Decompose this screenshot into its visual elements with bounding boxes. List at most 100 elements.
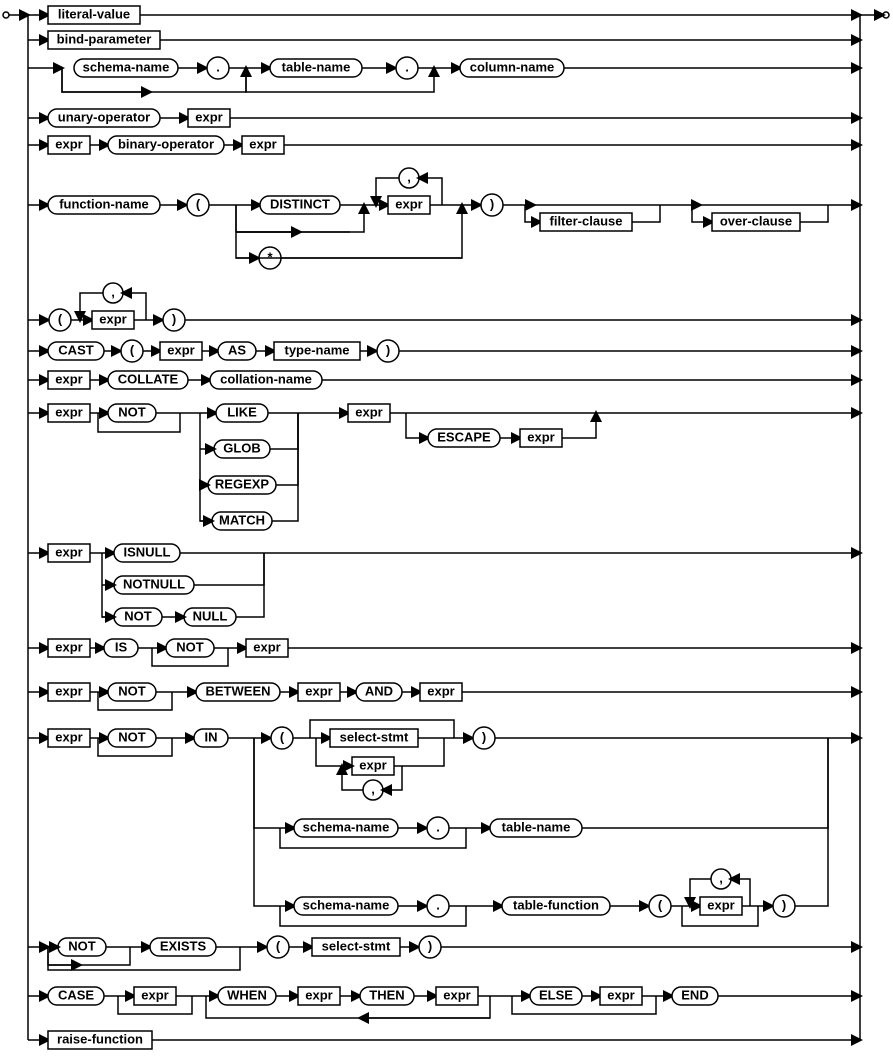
cast-expr: CAST ( expr AS type-name ) — [28, 340, 860, 362]
svg-text:): ) — [490, 196, 494, 211]
svg-text:expr: expr — [443, 987, 470, 1002]
svg-text:CAST: CAST — [58, 342, 93, 357]
svg-text:NOT: NOT — [68, 938, 96, 953]
svg-text:(: ( — [130, 342, 135, 357]
svg-text:REGEXP: REGEXP — [215, 476, 270, 491]
svg-text:CASE: CASE — [58, 987, 94, 1002]
svg-text:): ) — [386, 342, 390, 357]
svg-text:IS: IS — [115, 639, 128, 654]
svg-text:collation-name: collation-name — [220, 371, 312, 386]
svg-text:END: END — [681, 987, 708, 1002]
svg-text:IN: IN — [205, 729, 218, 744]
svg-text:ISNULL: ISNULL — [124, 544, 171, 559]
svg-text:expr: expr — [55, 544, 82, 559]
svg-text:column-name: column-name — [470, 59, 555, 74]
svg-text:expr: expr — [55, 404, 82, 419]
svg-text:GLOB: GLOB — [223, 440, 261, 455]
svg-text:expr: expr — [305, 683, 332, 698]
like-expr: expr NOT LIKE GLOB REGEXP MATCH expr ESC… — [28, 404, 860, 530]
svg-text:filter-clause: filter-clause — [550, 213, 623, 228]
function-call: function-name ( DISTINCT expr ) , * filt… — [28, 168, 860, 269]
svg-text:expr: expr — [527, 429, 554, 444]
svg-text:.: . — [216, 59, 220, 74]
in-expr: expr NOT IN ( select-stmt expr , ) schem… — [28, 720, 860, 926]
svg-text:expr: expr — [55, 729, 82, 744]
svg-text:NULL: NULL — [193, 608, 228, 623]
svg-text:,: , — [407, 169, 411, 184]
svg-text:THEN: THEN — [369, 987, 404, 1002]
raise-function-ref: raise-function — [57, 1031, 143, 1046]
svg-text:,: , — [719, 870, 723, 885]
svg-text:expr: expr — [55, 136, 82, 151]
svg-text:expr: expr — [305, 987, 332, 1002]
svg-text:(: ( — [196, 196, 201, 211]
svg-text:MATCH: MATCH — [219, 512, 265, 527]
case-expr: CASE expr WHEN expr THEN expr ELSE expr … — [28, 987, 860, 1018]
svg-text:EXISTS: EXISTS — [160, 938, 207, 953]
unary-operator: unary-operator — [58, 109, 150, 124]
svg-text:BETWEEN: BETWEEN — [206, 683, 271, 698]
svg-text:(: ( — [276, 938, 281, 953]
svg-text:expr: expr — [355, 404, 382, 419]
svg-text:expr: expr — [359, 757, 386, 772]
svg-text:LIKE: LIKE — [227, 404, 257, 419]
svg-text:type-name: type-name — [284, 342, 349, 357]
svg-text:NOT: NOT — [118, 404, 146, 419]
svg-text:expr: expr — [141, 987, 168, 1002]
svg-text:schema-name: schema-name — [303, 819, 390, 834]
svg-text:expr: expr — [195, 109, 222, 124]
binary-operator: binary-operator — [118, 136, 214, 151]
null-check: expr ISNULL NOTNULL NOT NULL — [28, 544, 860, 626]
svg-text:select-stmt: select-stmt — [340, 729, 409, 744]
svg-text:ESCAPE: ESCAPE — [437, 429, 491, 444]
svg-text:): ) — [172, 311, 176, 326]
svg-text:(: ( — [658, 897, 663, 912]
svg-text:NOT: NOT — [118, 683, 146, 698]
svg-text:expr: expr — [99, 311, 126, 326]
svg-text:expr: expr — [249, 136, 276, 151]
column-ref-path: schema-name . table-name . column-name — [28, 57, 860, 92]
svg-text:expr: expr — [395, 196, 422, 211]
svg-text:NOTNULL: NOTNULL — [123, 576, 185, 591]
svg-text:NOT: NOT — [124, 608, 152, 623]
svg-text:.: . — [436, 819, 440, 834]
between-expr: expr NOT BETWEEN expr AND expr — [28, 683, 860, 710]
svg-text:ELSE: ELSE — [539, 987, 573, 1002]
is-expr: expr IS NOT expr — [28, 639, 860, 666]
svg-text:function-name: function-name — [59, 196, 149, 211]
bind-parameter-ref: bind-parameter — [57, 31, 152, 46]
svg-text:): ) — [782, 897, 786, 912]
svg-text:table-function: table-function — [513, 897, 599, 912]
collate-keyword: COLLATE — [118, 371, 179, 386]
svg-text:NOT: NOT — [118, 729, 146, 744]
svg-text:expr: expr — [167, 342, 194, 357]
svg-text:expr: expr — [707, 897, 734, 912]
svg-text:schema-name: schema-name — [83, 59, 170, 74]
svg-text:expr: expr — [55, 639, 82, 654]
svg-text:expr: expr — [55, 371, 82, 386]
svg-text:table-name: table-name — [502, 819, 571, 834]
exists-expr: NOT EXISTS ( select-stmt ) — [28, 936, 860, 970]
paren-expr-list: ( expr ) , — [28, 283, 860, 331]
svg-text:DISTINCT: DISTINCT — [270, 196, 330, 211]
svg-text:,: , — [111, 284, 115, 299]
svg-text:schema-name: schema-name — [303, 897, 390, 912]
svg-text:expr: expr — [253, 639, 280, 654]
svg-text:.: . — [405, 59, 409, 74]
svg-text:over-clause: over-clause — [720, 213, 792, 228]
svg-text:): ) — [428, 938, 432, 953]
svg-text:select-stmt: select-stmt — [322, 938, 391, 953]
svg-text:AND: AND — [365, 683, 393, 698]
svg-text:expr: expr — [55, 683, 82, 698]
svg-text:WHEN: WHEN — [227, 987, 267, 1002]
svg-text:,: , — [371, 781, 375, 796]
svg-text:.: . — [436, 897, 440, 912]
svg-text:(: ( — [58, 311, 63, 326]
literal-value-ref: literal-value — [58, 6, 130, 21]
svg-text:table-name: table-name — [282, 59, 351, 74]
svg-text:AS: AS — [228, 342, 246, 357]
svg-text:NOT: NOT — [176, 639, 204, 654]
svg-text:expr: expr — [607, 987, 634, 1002]
svg-text:): ) — [482, 729, 486, 744]
syntax-diagram: literal-value bind-parameter schema-name… — [0, 0, 893, 1056]
